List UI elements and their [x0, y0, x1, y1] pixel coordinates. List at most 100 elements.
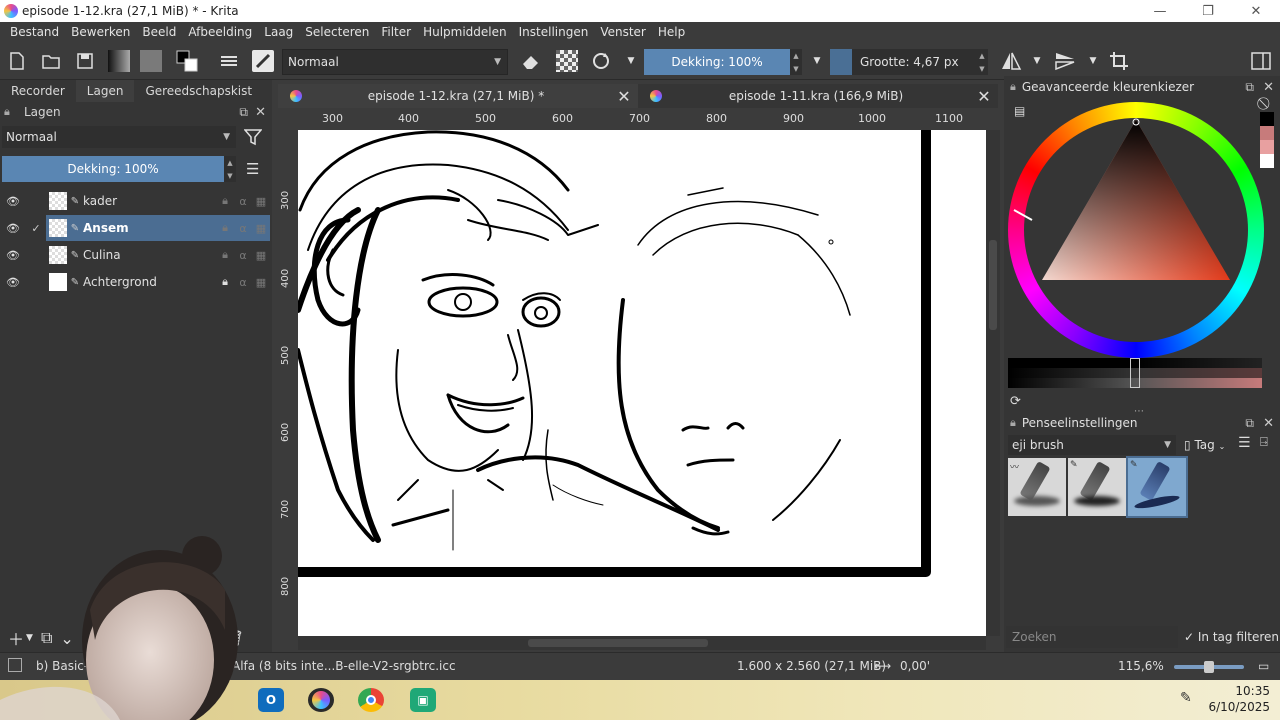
history-swatch[interactable] — [1260, 140, 1274, 154]
mirror-vertical-icon[interactable] — [1054, 50, 1076, 72]
float-docker-icon[interactable]: ⧉ — [239, 105, 248, 120]
brush-preset-select[interactable]: eji brush ▼ — [1008, 435, 1176, 455]
krita-taskbar-icon[interactable] — [308, 688, 334, 712]
close-icon[interactable]: ✕ — [1263, 80, 1274, 95]
lock-icon[interactable]: 🔒︎ — [4, 105, 18, 119]
lock-icon[interactable]: 🔒︎ — [216, 194, 234, 208]
fullscreen-icon[interactable]: ▭ — [1258, 659, 1269, 673]
zoom-slider[interactable] — [1174, 661, 1244, 673]
hamburger-menu-icon[interactable]: ☰ — [246, 160, 259, 178]
menu-beeld[interactable]: Beeld — [136, 25, 182, 39]
gradient-icon[interactable] — [108, 50, 130, 72]
history-swatch[interactable] — [1260, 154, 1274, 168]
crop-icon[interactable] — [1108, 50, 1130, 72]
alpha-lock-icon[interactable]: ▦ — [252, 195, 270, 208]
layer-opacity-slider[interactable]: Dekking: 100% — [2, 156, 224, 182]
alpha-inherit-icon[interactable]: α — [234, 249, 252, 262]
lock-icon[interactable]: 🔒︎ — [1010, 416, 1016, 430]
history-swatch[interactable] — [1260, 126, 1274, 140]
lock-icon[interactable]: 🔒︎ — [216, 221, 234, 235]
tab-lagen[interactable]: Lagen — [75, 80, 135, 102]
layer-blend-mode-select[interactable]: Normaal ▼ — [2, 126, 236, 148]
brush-preset-icon[interactable] — [252, 50, 274, 72]
tab-recorder[interactable]: Recorder — [0, 80, 76, 102]
eye-icon[interactable]: 👁︎ — [0, 195, 26, 208]
layer-row-achtergrond[interactable]: 👁︎ ✎ Achtergrond 🔒︎ α ▦ — [0, 269, 272, 296]
lock-icon[interactable]: 🔒︎ — [216, 248, 234, 262]
alpha-lock-icon[interactable]: ▦ — [252, 249, 270, 262]
outlook-icon[interactable]: O — [258, 688, 284, 712]
layer-row-kader[interactable]: 👁︎ ✎ kader 🔒︎ α ▦ — [0, 188, 272, 215]
chevron-down-icon[interactable]: ▼ — [806, 50, 828, 72]
opacity-slider[interactable]: Dekking: 100% — [644, 49, 790, 75]
alpha-lock-icon[interactable]: ▦ — [252, 276, 270, 289]
close-icon[interactable]: ✕ — [1263, 416, 1274, 431]
hamburger-menu-icon[interactable]: ☰ — [1238, 435, 1251, 451]
close-window-button[interactable]: ✕ — [1232, 0, 1280, 22]
tag-button[interactable]: ▯ Tag ⌄ — [1184, 435, 1225, 457]
brush-search-input[interactable]: Zoeken — [1006, 626, 1178, 648]
brush-preset-item[interactable]: 〰 — [1008, 458, 1066, 516]
chevron-down-icon[interactable]: ▼ — [1082, 50, 1104, 72]
fg-bg-color-icon[interactable] — [176, 50, 198, 72]
save-icon[interactable] — [74, 50, 96, 72]
lock-icon[interactable]: 🔒︎ — [216, 275, 234, 289]
menu-selecteren[interactable]: Selecteren — [299, 25, 375, 39]
close-icon[interactable]: ✕ — [610, 87, 638, 106]
alpha-inherit-icon[interactable]: α — [234, 276, 252, 289]
chevron-down-icon[interactable]: ▼ — [620, 50, 642, 72]
alpha-inherit-icon[interactable]: α — [234, 222, 252, 235]
value-slider[interactable] — [1008, 358, 1262, 390]
history-swatch[interactable] — [1260, 112, 1274, 126]
blend-mode-select[interactable]: Normaal ▼ — [282, 49, 508, 75]
mirror-horizontal-icon[interactable] — [1000, 50, 1022, 72]
import-icon[interactable]: ⍈ — [1260, 435, 1268, 450]
open-folder-icon[interactable] — [40, 50, 62, 72]
eye-icon[interactable]: 👁︎ — [0, 249, 26, 262]
new-document-icon[interactable] — [6, 50, 28, 72]
menu-laag[interactable]: Laag — [258, 25, 299, 39]
alpha-lock-icon[interactable] — [556, 50, 578, 72]
vertical-scrollbar[interactable] — [986, 130, 1000, 636]
brush-size-slider[interactable]: Grootte: 4,67 px — [852, 49, 976, 75]
menu-bestand[interactable]: Bestand — [4, 25, 65, 39]
eye-icon[interactable]: 👁︎ — [0, 222, 26, 235]
lock-icon[interactable]: 🔒︎ — [1010, 80, 1016, 94]
menu-afbeelding[interactable]: Afbeelding — [182, 25, 258, 39]
brush-preset-item[interactable]: ✎ — [1068, 458, 1126, 516]
doc-tab-episode-1-11[interactable]: episode 1-11.kra (166,9 MiB) ✕ — [638, 84, 998, 108]
doc-tab-episode-1-12[interactable]: episode 1-12.kra (27,1 MiB) * ✕ — [278, 84, 638, 108]
refresh-icon[interactable]: ⟳ — [1010, 394, 1021, 409]
alpha-lock-icon[interactable]: ▦ — [252, 222, 270, 235]
menu-hulpmiddelen[interactable]: Hulpmiddelen — [417, 25, 513, 39]
alpha-inherit-icon[interactable]: α — [234, 195, 252, 208]
tab-gereedschapskist[interactable]: Gereedschapskist — [134, 80, 263, 102]
minimize-button[interactable]: — — [1136, 0, 1184, 22]
chevron-down-icon[interactable]: ▼ — [1026, 50, 1048, 72]
app-icon[interactable]: ▣ — [410, 688, 436, 712]
workspace-icon[interactable] — [1250, 50, 1272, 72]
float-docker-icon[interactable]: ⧉ — [1245, 416, 1254, 431]
opacity-spinner[interactable]: ▲ ▼ — [790, 49, 802, 75]
menu-instellingen[interactable]: Instellingen — [513, 25, 595, 39]
maximize-button[interactable]: ❐ — [1184, 0, 1232, 22]
float-docker-icon[interactable]: ⧉ — [1245, 80, 1254, 95]
menu-bewerken[interactable]: Bewerken — [65, 25, 136, 39]
drawing-canvas[interactable] — [298, 130, 986, 636]
layer-row-culina[interactable]: 👁︎ ✎ Culina 🔒︎ α ▦ — [0, 242, 272, 269]
size-spinner[interactable]: ▲ ▼ — [976, 49, 988, 75]
eye-icon[interactable]: 👁︎ — [0, 276, 26, 289]
color-wheel[interactable] — [1008, 102, 1264, 358]
reload-preset-icon[interactable] — [590, 50, 612, 72]
layer-row-ansem[interactable]: 👁︎ ✓ ✎ Ansem 🔒︎ α ▦ — [0, 215, 272, 242]
filter-icon[interactable] — [243, 128, 263, 150]
chrome-icon[interactable] — [358, 688, 384, 712]
pen-tray-icon[interactable]: ✎ — [1180, 690, 1192, 706]
close-icon[interactable]: ✕ — [255, 105, 266, 120]
close-icon[interactable]: ✕ — [970, 87, 998, 106]
pattern-icon[interactable] — [140, 50, 162, 72]
eraser-icon[interactable] — [520, 50, 542, 72]
system-clock[interactable]: 10:35 6/10/2025 — [1208, 683, 1270, 715]
brush-settings-icon[interactable] — [218, 50, 240, 72]
menu-filter[interactable]: Filter — [375, 25, 417, 39]
